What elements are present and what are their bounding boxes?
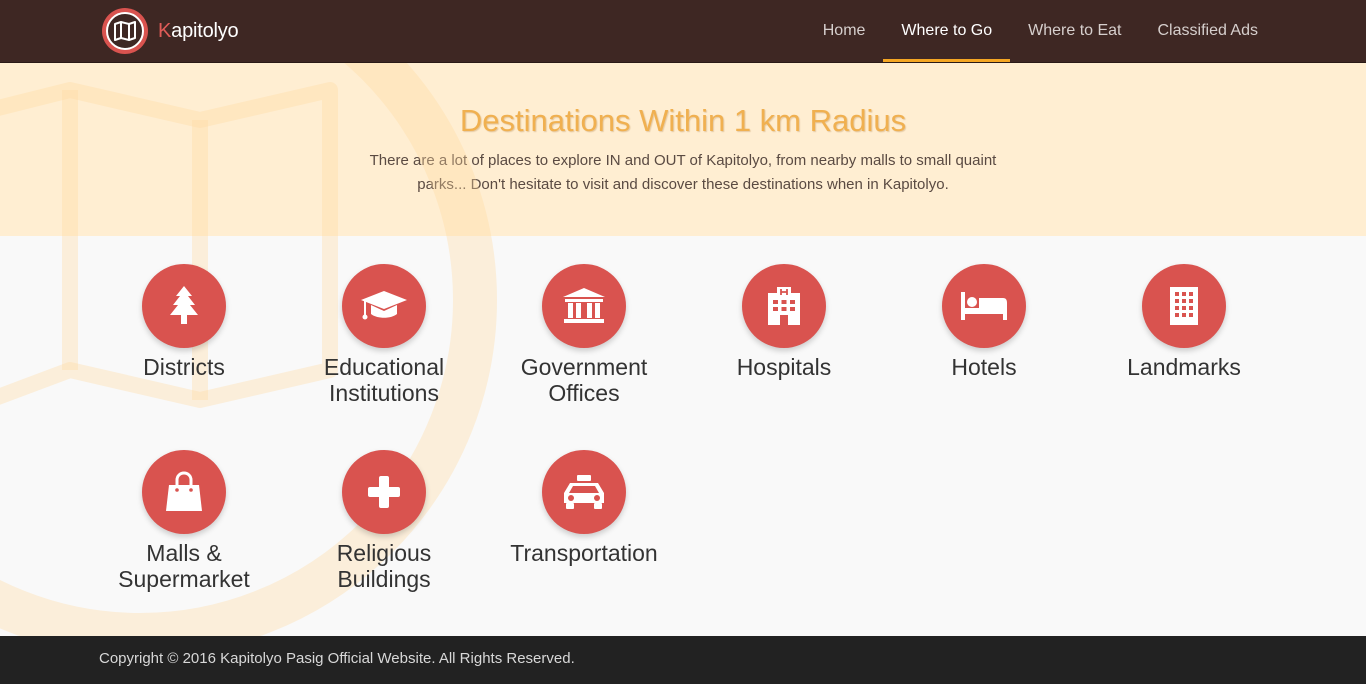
nav-classified-ads[interactable]: Classified Ads	[1140, 0, 1277, 62]
building-icon	[1142, 264, 1226, 348]
category-label: Hospitals	[736, 354, 832, 380]
government-building-icon	[542, 264, 626, 348]
bed-icon	[942, 264, 1026, 348]
category-educational-institutions[interactable]: Educational Institutions	[284, 264, 484, 406]
hero-banner: Destinations Within 1 km Radius There ar…	[0, 63, 1366, 236]
hero-description: There are a lot of places to explore IN …	[369, 152, 997, 193]
nav-where-to-eat[interactable]: Where to Eat	[1010, 0, 1139, 62]
category-transportation[interactable]: Transportation	[484, 450, 684, 566]
category-label: Malls & Supermarket	[118, 540, 250, 592]
category-districts[interactable]: Districts	[84, 264, 284, 380]
navbar: Kapitolyo Home Where to Go Where to Eat …	[0, 0, 1366, 63]
category-label: Educational Institutions	[323, 354, 445, 406]
category-government-offices[interactable]: Government Offices	[484, 264, 684, 406]
category-hotels[interactable]: Hotels	[884, 264, 1084, 380]
category-hospitals[interactable]: Hospitals	[684, 264, 884, 380]
category-label: Government Offices	[520, 354, 648, 406]
folded-map-icon	[102, 8, 148, 54]
category-landmarks[interactable]: Landmarks	[1084, 264, 1284, 380]
nav-where-to-go[interactable]: Where to Go	[883, 0, 1010, 62]
plus-icon	[342, 450, 426, 534]
page: Kapitolyo Home Where to Go Where to Eat …	[0, 0, 1366, 684]
category-label: Transportation	[510, 540, 658, 566]
category-label: Landmarks	[1127, 354, 1241, 380]
page-title: Destinations Within 1 km Radius	[459, 103, 907, 138]
tree-icon	[142, 264, 226, 348]
graduation-cap-icon	[342, 264, 426, 348]
category-label: Districts	[143, 354, 225, 380]
main-nav: Home Where to Go Where to Eat Classified…	[805, 0, 1276, 62]
shopping-bag-icon	[142, 450, 226, 534]
brand-name: Kapitolyo	[158, 19, 239, 42]
taxi-icon	[542, 450, 626, 534]
category-label: Religious Buildings	[336, 540, 432, 592]
hospital-icon	[742, 264, 826, 348]
footer-copyright: Copyright © 2016 Kapitolyo Pasig Officia…	[99, 650, 575, 667]
brand-link[interactable]: Kapitolyo	[102, 8, 239, 54]
nav-home[interactable]: Home	[805, 0, 884, 62]
footer: Copyright © 2016 Kapitolyo Pasig Officia…	[0, 636, 1366, 684]
category-religious-buildings[interactable]: Religious Buildings	[284, 450, 484, 592]
category-malls-supermarket[interactable]: Malls & Supermarket	[84, 450, 284, 592]
category-label: Hotels	[951, 354, 1017, 380]
